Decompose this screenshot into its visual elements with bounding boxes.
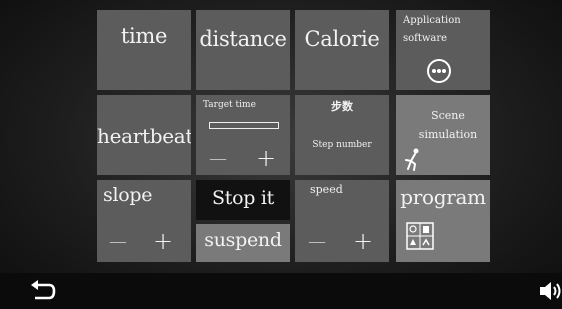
- bottom-navigation-bar: [0, 273, 562, 309]
- target-time-label: Target time: [203, 100, 256, 110]
- stop-it-label: Stop it: [212, 187, 274, 209]
- speed-plus-button[interactable]: +: [353, 229, 373, 253]
- slope-minus-button[interactable]: —: [109, 230, 127, 254]
- heartbeat-label: heartbeat: [97, 124, 191, 148]
- suspend-button[interactable]: suspend: [196, 224, 290, 262]
- step-number-cn-label: 步数: [331, 100, 353, 113]
- calorie-label: Calorie: [304, 27, 380, 51]
- tile-time[interactable]: time: [97, 10, 191, 90]
- stop-it-button[interactable]: Stop it: [196, 180, 290, 220]
- program-label: program: [400, 185, 486, 209]
- time-label: time: [120, 24, 168, 48]
- scene-simulation-label: Scene simulation: [418, 109, 478, 141]
- tile-application-software[interactable]: Application software: [396, 10, 490, 90]
- tile-step-number[interactable]: 步数 Step number: [295, 95, 389, 175]
- target-time-minus-button[interactable]: —: [209, 147, 227, 171]
- tile-scene-simulation[interactable]: Scene simulation: [396, 95, 490, 175]
- tile-distance[interactable]: distance: [196, 10, 290, 90]
- walker-icon: [405, 148, 419, 171]
- speed-minus-button[interactable]: —: [308, 230, 326, 254]
- tile-target-time[interactable]: Target time — +: [196, 95, 290, 175]
- slope-plus-button[interactable]: +: [153, 229, 173, 253]
- back-icon[interactable]: [29, 279, 57, 303]
- slope-label: slope: [103, 184, 153, 206]
- suspend-label: suspend: [204, 229, 282, 251]
- tile-slope[interactable]: slope — +: [97, 180, 191, 262]
- tile-heartbeat[interactable]: heartbeat: [97, 95, 191, 175]
- distance-label: distance: [199, 27, 287, 51]
- application-software-label: Application software: [403, 15, 461, 44]
- program-grid-icon: [406, 222, 434, 250]
- speed-label: speed: [310, 183, 343, 196]
- target-time-progress-bar: [209, 122, 279, 129]
- tile-program[interactable]: program: [396, 180, 490, 262]
- tile-speed[interactable]: speed — +: [295, 180, 389, 262]
- step-number-label: Step number: [312, 140, 372, 150]
- volume-icon[interactable]: [538, 279, 562, 303]
- target-time-plus-button[interactable]: +: [256, 146, 276, 170]
- app-grid-icon: [427, 59, 451, 83]
- tile-calorie[interactable]: Calorie: [295, 10, 389, 90]
